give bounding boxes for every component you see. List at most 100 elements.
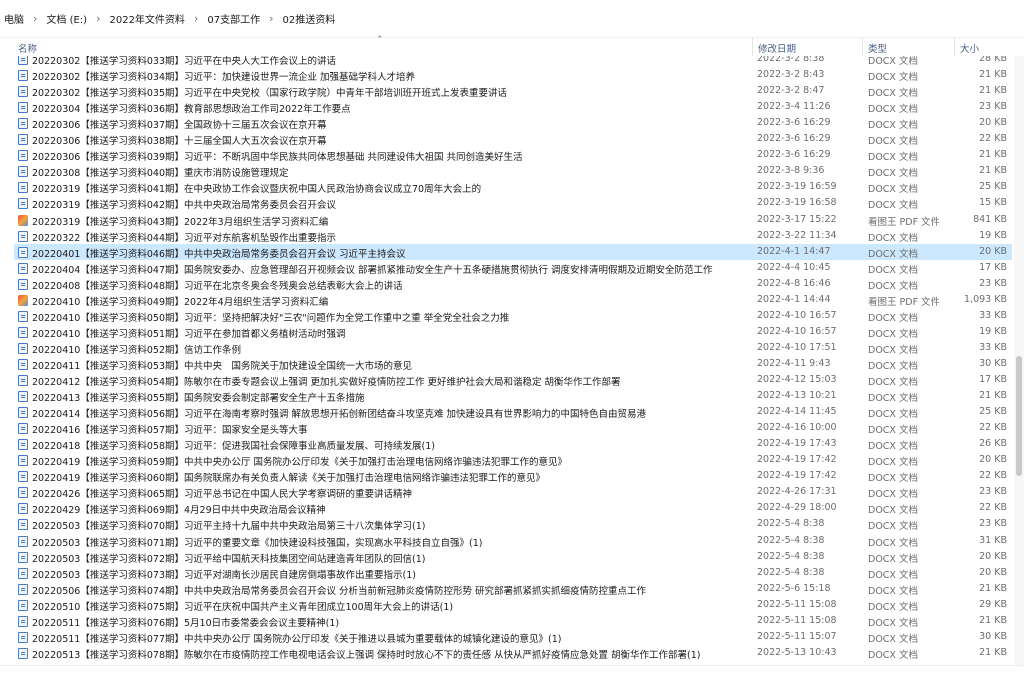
sort-chevron-icon: ⌃ (376, 35, 384, 45)
file-size: 25 KB (979, 406, 1007, 418)
file-row[interactable]: 20220426【推送学习资料065期】习近平总书记在中国人民大学考察调研的重要… (14, 484, 1012, 500)
file-row[interactable]: 20220503【推送学习资料070期】习近平主持十九届中共中央政治局第三十八次… (14, 516, 1012, 532)
vertical-scrollbar[interactable] (1014, 56, 1024, 666)
docx-file-icon (18, 583, 28, 595)
file-row[interactable]: 20220319【推送学习资料042期】中共中央政治局常务委员会召开会议 2022… (14, 195, 1012, 211)
window-bottom-edge (0, 665, 1024, 676)
file-name: 20220503【推送学习资料071期】习近平的重要文章《加快建设科技强国，实现… (32, 537, 483, 549)
file-row[interactable]: 20220401【推送学习资料046期】中共中央政治局常务委员会召开会议 习近平… (14, 243, 1012, 260)
breadcrumb-item[interactable]: 07支部工作 (207, 11, 260, 26)
file-type: DOCX 文档 (868, 441, 918, 453)
file-type: DOCX 文档 (868, 457, 918, 469)
file-row[interactable]: 20220413【推送学习资料055期】国务院安委会制定部署安全生产十五条措施 2… (14, 388, 1012, 404)
file-date: 2022-5-6 15:18 (757, 582, 831, 594)
file-row[interactable]: 20220416【推送学习资料057期】习近平：国家安全是头等大事 2022-4-… (14, 420, 1012, 436)
file-name: 20220503【推送学习资料072期】习近平给中国航天科技集团空间站建造青年团… (32, 553, 426, 565)
chevron-right-icon[interactable]: › (96, 12, 100, 25)
file-row[interactable]: 20220419【推送学习资料059期】中共中央办公厅 国务院办公厅印发《关于加… (14, 452, 1012, 468)
file-date: 2022-3-2 8:43 (757, 69, 825, 81)
file-row[interactable]: 20220404【推送学习资料047期】国务院安委办、应急管理部召开视频会议 部… (14, 260, 1012, 276)
scrollbar-thumb[interactable] (1016, 356, 1022, 476)
file-type: 看图王 PDF 文件 (868, 296, 941, 308)
file-row[interactable]: 20220410【推送学习资料051期】习近平在参加首都义务植树活动时强调 202… (14, 324, 1012, 340)
file-row[interactable]: 20220410【推送学习资料050期】习近平：坚持把解决好"三农"问题作为全党… (14, 308, 1012, 324)
file-row[interactable]: 20220302【推送学习资料035期】习近平在中央党校（国家行政学院）中青年干… (14, 83, 1012, 99)
docx-file-icon (18, 166, 28, 178)
file-name: 20220404【推送学习资料047期】国务院安委办、应急管理部召开视频会议 部… (32, 264, 713, 276)
file-row[interactable]: 20220319【推送学习资料043期】2022年3月组织生活学习资料汇编 202… (14, 212, 1012, 228)
file-size: 841 KB (973, 213, 1007, 225)
file-date: 2022-5-4 8:38 (757, 518, 825, 530)
file-row[interactable]: 20220418【推送学习资料058期】习近平：促进我国社会保障事业高质量发展、… (14, 436, 1012, 452)
file-row[interactable]: 20220306【推送学习资料038期】十三届全国人大五次会议在京开幕 2022-… (14, 131, 1012, 147)
file-size: 30 KB (979, 630, 1007, 642)
breadcrumb-item[interactable]: 电脑 (4, 11, 24, 26)
column-divider[interactable] (752, 38, 753, 56)
chevron-right-icon[interactable]: › (194, 12, 198, 25)
file-row[interactable]: 20220503【推送学习资料072期】习近平给中国航天科技集团空间站建造青年团… (14, 549, 1012, 565)
file-row[interactable]: 20220410【推送学习资料049期】2022年4月组织生活学习资料汇编 202… (14, 292, 1012, 308)
file-row[interactable]: 20220306【推送学习资料037期】全国政协十三届五次会议在京开幕 2022-… (14, 115, 1012, 131)
file-type: DOCX 文档 (868, 649, 918, 661)
file-row[interactable]: 20220306【推送学习资料039期】习近平：不断巩固中华民族共同体思想基础 … (14, 147, 1012, 163)
column-header-name[interactable]: 名称 (18, 41, 37, 55)
file-type: DOCX 文档 (868, 344, 918, 356)
file-row[interactable]: 20220503【推送学习资料073期】习近平对湖南长沙居民自建房倒塌事故作出重… (14, 565, 1012, 581)
file-date: 2022-4-29 18:00 (757, 502, 837, 514)
file-name: 20220419【推送学习资料060期】国务院联席办有关负责人解读《关于加强打击… (32, 473, 545, 485)
column-header-size[interactable]: 大小 (960, 41, 979, 55)
file-type: DOCX 文档 (868, 473, 918, 485)
docx-file-icon (18, 246, 28, 258)
file-date: 2022-5-11 15:07 (757, 630, 837, 642)
column-header-row: ⌃ 名称 修改日期 类型 大小 (0, 35, 1024, 56)
column-divider[interactable] (862, 38, 863, 56)
breadcrumb-item[interactable]: 2022年文件资料 (109, 11, 184, 26)
file-row[interactable]: 20220408【推送学习资料048期】习近平在北京冬奥会冬残奥会总结表彰大会上… (14, 276, 1012, 292)
file-name: 20220408【推送学习资料048期】习近平在北京冬奥会冬残奥会总结表彰大会上… (32, 280, 403, 292)
file-row[interactable]: 20220511【推送学习资料076期】5月10日市委常委会会议主要精神(1) 2… (14, 613, 1012, 629)
docx-file-icon (18, 423, 28, 435)
docx-file-icon (18, 455, 28, 467)
file-row[interactable]: 20220503【推送学习资料071期】习近平的重要文章《加快建设科技强国，实现… (14, 533, 1012, 549)
file-date: 2022-5-11 15:08 (757, 598, 837, 610)
file-size: 20 KB (979, 117, 1007, 129)
file-row[interactable]: 20220302【推送学习资料033期】习近平在中央人大工作会议上的讲话 2022… (14, 56, 1012, 67)
file-row[interactable]: 20220513【推送学习资料078期】陈敏尔在市疫情防控工作电视电话会议上强调… (14, 645, 1012, 661)
file-size: 21 KB (979, 390, 1007, 402)
file-row[interactable]: 20220414【推送学习资料056期】习近平在海南考察时强调 解放思想开拓创新… (14, 404, 1012, 420)
file-row[interactable]: 20220411【推送学习资料053期】中共中央 国务院关于加快建设全国统一大市… (14, 356, 1012, 372)
file-date: 2022-4-16 10:00 (757, 422, 837, 434)
file-size: 19 KB (979, 325, 1007, 337)
file-row[interactable]: 20220322【推送学习资料044期】习近平对东航客机坠毁作出重要指示 2022… (14, 228, 1012, 244)
file-size: 23 KB (979, 518, 1007, 530)
file-row[interactable]: 20220319【推送学习资料041期】在中央政协工作会议暨庆祝中国人民政治协商… (14, 179, 1012, 195)
file-size: 31 KB (979, 534, 1007, 546)
file-date: 2022-3-6 16:29 (757, 149, 831, 161)
column-header-type[interactable]: 类型 (868, 41, 887, 55)
docx-file-icon (18, 342, 28, 354)
file-row[interactable]: 20220304【推送学习资料036期】教育部思想政治工作司2022年工作要点 2… (14, 99, 1012, 115)
file-date: 2022-4-10 17:51 (757, 341, 837, 353)
file-row[interactable]: 20220506【推送学习资料074期】中共中央政治局常务委员会召开会议 分析当… (14, 581, 1012, 597)
column-header-date[interactable]: 修改日期 (758, 41, 796, 55)
breadcrumb-item[interactable]: 02推送资料 (282, 11, 335, 26)
file-name: 20220306【推送学习资料039期】习近平：不断巩固中华民族共同体思想基础 … (32, 152, 523, 164)
file-name: 20220411【推送学习资料053期】中共中央 国务院关于加快建设全国统一大市… (32, 360, 412, 372)
column-divider[interactable] (954, 38, 955, 56)
breadcrumb-item[interactable]: 文档 (E:) (46, 11, 87, 26)
file-name: 20220410【推送学习资料050期】习近平：坚持把解决好"三农"问题作为全党… (32, 312, 510, 324)
docx-file-icon (18, 86, 28, 98)
file-row[interactable]: 20220410【推送学习资料052期】信访工作条例 2022-4-10 17:5… (14, 340, 1012, 356)
chevron-right-icon[interactable]: › (33, 12, 37, 25)
file-row[interactable]: 20220308【推送学习资料040期】重庆市消防设施管理规定 2022-3-8 … (14, 163, 1012, 179)
docx-file-icon (18, 631, 28, 643)
chevron-right-icon[interactable]: › (269, 12, 273, 25)
file-row[interactable]: 20220510【推送学习资料075期】习近平在庆祝中国共产主义青年团成立100… (14, 597, 1012, 613)
file-type: DOCX 文档 (868, 633, 918, 645)
file-row[interactable]: 20220511【推送学习资料077期】中共中央办公厅 国务院办公厅印发《关于推… (14, 629, 1012, 645)
file-row[interactable]: 20220302【推送学习资料034期】习近平：加快建设世界一流企业 加强基础学… (14, 67, 1012, 83)
file-row[interactable]: 20220419【推送学习资料060期】国务院联席办有关负责人解读《关于加强打击… (14, 468, 1012, 484)
file-row[interactable]: 20220412【推送学习资料054期】陈敏尔在市委专题会议上强调 更加扎实做好… (14, 372, 1012, 388)
file-row[interactable]: 20220429【推送学习资料069期】4月29日中共中央政治局会议精神 2022… (14, 500, 1012, 516)
file-name: 20220308【推送学习资料040期】重庆市消防设施管理规定 (32, 168, 289, 180)
